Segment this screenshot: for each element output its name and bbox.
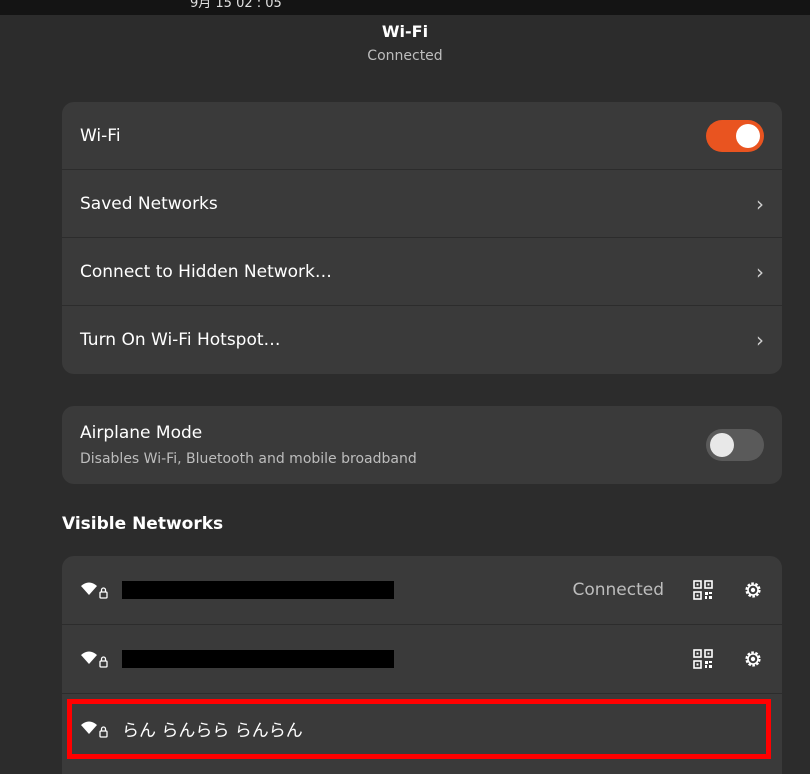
chevron-right-icon: › xyxy=(756,328,764,352)
airplane-mode-switch[interactable] xyxy=(706,429,764,461)
gear-icon[interactable] xyxy=(742,579,764,601)
hidden-network-row[interactable]: Connect to Hidden Network… › xyxy=(62,238,782,306)
airplane-mode-description: Disables Wi-Fi, Bluetooth and mobile bro… xyxy=(80,451,417,467)
airplane-mode-row[interactable]: Airplane Mode Disables Wi-Fi, Bluetooth … xyxy=(62,406,782,484)
qr-code-icon[interactable] xyxy=(692,579,714,601)
airplane-mode-group: Airplane Mode Disables Wi-Fi, Bluetooth … xyxy=(62,406,782,484)
clock: 9月 15 02 : 05 xyxy=(190,0,282,11)
network-row[interactable]: Connected xyxy=(62,556,782,625)
wifi-label: Wi-Fi xyxy=(80,125,121,146)
wifi-toggle-row[interactable]: Wi-Fi xyxy=(62,102,782,170)
airplane-mode-text: Airplane Mode Disables Wi-Fi, Bluetooth … xyxy=(80,423,706,467)
wifi-switch[interactable] xyxy=(706,119,764,152)
switch-knob xyxy=(710,433,734,457)
saved-networks-row[interactable]: Saved Networks › xyxy=(62,170,782,238)
page-title: Wi-Fi xyxy=(381,22,429,41)
wifi-settings-group: Wi-Fi Saved Networks › Connect to Hidden… xyxy=(62,102,782,374)
network-status: Connected xyxy=(572,580,664,600)
wifi-secure-icon xyxy=(81,582,108,599)
page-subtitle: Connected xyxy=(367,48,443,64)
network-row[interactable] xyxy=(62,625,782,694)
visible-networks-title: Visible Networks xyxy=(62,514,224,534)
redacted-network-name xyxy=(122,650,394,668)
qr-code-icon[interactable] xyxy=(692,648,714,670)
chevron-right-icon: › xyxy=(756,259,764,284)
chevron-right-icon: › xyxy=(756,191,764,216)
visible-networks-list: Connected らん らんらら らんらん xyxy=(62,556,782,774)
network-name: らん らんらら らんらん xyxy=(122,721,303,741)
page-header: Wi-Fi Connected xyxy=(0,18,810,66)
wifi-secure-icon xyxy=(81,651,108,668)
hidden-network-label: Connect to Hidden Network… xyxy=(80,261,332,282)
gear-icon[interactable] xyxy=(742,648,764,670)
network-row[interactable]: らん らんらら らんらん xyxy=(62,694,782,763)
switch-knob xyxy=(736,123,760,148)
saved-networks-label: Saved Networks xyxy=(80,193,218,214)
hotspot-row[interactable]: Turn On Wi-Fi Hotspot… › xyxy=(62,306,782,374)
wifi-secure-icon xyxy=(81,721,108,738)
hotspot-label: Turn On Wi-Fi Hotspot… xyxy=(80,330,281,350)
top-bar: 9月 15 02 : 05 xyxy=(0,0,810,15)
redacted-network-name xyxy=(122,581,394,599)
airplane-mode-label: Airplane Mode xyxy=(80,423,203,443)
